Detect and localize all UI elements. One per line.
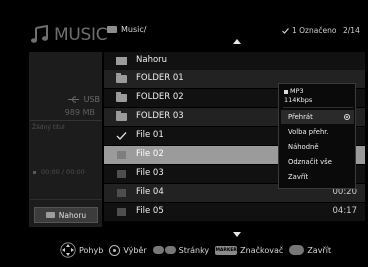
playback-time-text: 00:00 / 00:00 — [41, 168, 85, 176]
list-item[interactable]: File 05 04:17 — [104, 203, 365, 221]
selection-count: 1 Označeno — [282, 26, 336, 35]
list-item-label: File 03 — [136, 168, 164, 178]
context-menu: MP3 114Kbps Přehrát Volba přehr. Náhodně… — [278, 83, 356, 189]
file-icon — [117, 208, 126, 216]
stop-icon — [33, 170, 36, 174]
divider — [283, 107, 353, 108]
hint-pages: Stránky — [152, 245, 210, 255]
list-item-label: FOLDER 03 — [136, 111, 184, 121]
folder-up-icon — [116, 57, 127, 65]
hint-close-label: Zavřít — [307, 245, 332, 255]
music-browser-screen: MUSIC Music/ 1 Označeno 2/14 USB 989 MB … — [0, 0, 368, 267]
hint-close: Zavřít — [289, 245, 331, 255]
file-icon — [117, 170, 126, 178]
hint-marker: MARKER Značkovač — [215, 245, 284, 255]
folder-icon — [45, 212, 55, 218]
list-item-label: File 04 — [136, 187, 164, 197]
hint-move-label: Pohyb — [79, 245, 104, 255]
page-buttons-icon — [152, 246, 176, 254]
file-format-text: MP3 — [290, 87, 304, 95]
divider — [30, 120, 102, 121]
info-panel — [29, 52, 102, 227]
file-icon — [117, 189, 126, 197]
check-icon — [282, 27, 289, 34]
ok-button-icon — [109, 244, 121, 256]
list-item-label: File 02 — [136, 149, 164, 159]
music-note-icon — [31, 25, 48, 43]
usb-icon — [67, 96, 79, 103]
file-bitrate: 114Kbps — [284, 96, 313, 104]
menu-item-label: Odznačit vše — [288, 158, 332, 166]
selection-count-text: 1 Označeno — [292, 26, 337, 35]
menu-item-label: Volba přehr. — [288, 128, 329, 136]
menu-item-label: Přehrát — [288, 113, 313, 121]
scroll-up-icon[interactable] — [233, 39, 241, 44]
check-icon — [116, 132, 127, 140]
up-button-label: Nahoru — [58, 210, 87, 220]
hint-select-label: Výběr — [123, 245, 147, 255]
folder-icon — [116, 73, 127, 83]
file-info: MP3 114Kbps — [284, 87, 352, 105]
current-path: Music/ — [121, 25, 147, 34]
folder-icon — [116, 111, 127, 121]
file-format: MP3 — [284, 87, 352, 96]
menu-item-label: Zavřít — [288, 173, 309, 181]
file-icon — [117, 151, 126, 159]
hint-select: Výběr — [109, 244, 147, 256]
folder-icon — [116, 92, 127, 102]
list-item-up[interactable]: Nahoru — [104, 52, 365, 70]
scroll-down-icon[interactable] — [233, 232, 241, 237]
up-button[interactable]: Nahoru — [34, 207, 98, 223]
device-label: USB — [30, 95, 100, 104]
divider — [30, 199, 102, 200]
list-item-duration: 04:17 — [332, 206, 358, 216]
dpad-icon — [60, 242, 76, 258]
return-button-icon — [289, 245, 305, 255]
hint-marker-label: Značkovač — [240, 245, 284, 255]
device-name: USB — [83, 95, 100, 104]
menu-item-unmark-all[interactable]: Odznačit vše — [281, 155, 354, 169]
hint-move: Pohyb — [60, 242, 103, 258]
hint-bar: Pohyb Výběr Stránky MARKER Značkovač Zav… — [60, 242, 368, 258]
breadcrumb: Music/ — [107, 25, 146, 34]
playback-time: 00:00 / 00:00 — [33, 168, 85, 176]
hint-pages-label: Stránky — [178, 245, 210, 255]
list-item-label: Nahoru — [136, 55, 168, 65]
list-item-label: File 05 — [136, 206, 164, 216]
menu-item-close[interactable]: Zavřít — [281, 170, 354, 184]
audio-format-icon — [284, 89, 288, 94]
now-playing-title: Žádný titul — [32, 124, 65, 131]
app-title: MUSIC — [30, 24, 108, 46]
list-item-label: File 01 — [136, 130, 164, 140]
list-item-label: FOLDER 02 — [136, 92, 184, 102]
marker-button-icon: MARKER — [215, 245, 238, 255]
menu-item-label: Náhodně — [288, 143, 319, 151]
list-item-label: FOLDER 01 — [136, 73, 184, 83]
menu-item-random[interactable]: Náhodně — [281, 140, 354, 154]
ok-icon — [344, 114, 350, 120]
menu-item-play-option[interactable]: Volba přehr. — [281, 125, 354, 139]
app-title-text: MUSIC — [54, 25, 108, 45]
page-indicator: 2/14 — [343, 26, 360, 35]
device-size: 989 MB — [64, 108, 95, 117]
menu-item-play[interactable]: Přehrát — [281, 110, 354, 124]
folder-icon — [107, 26, 117, 33]
